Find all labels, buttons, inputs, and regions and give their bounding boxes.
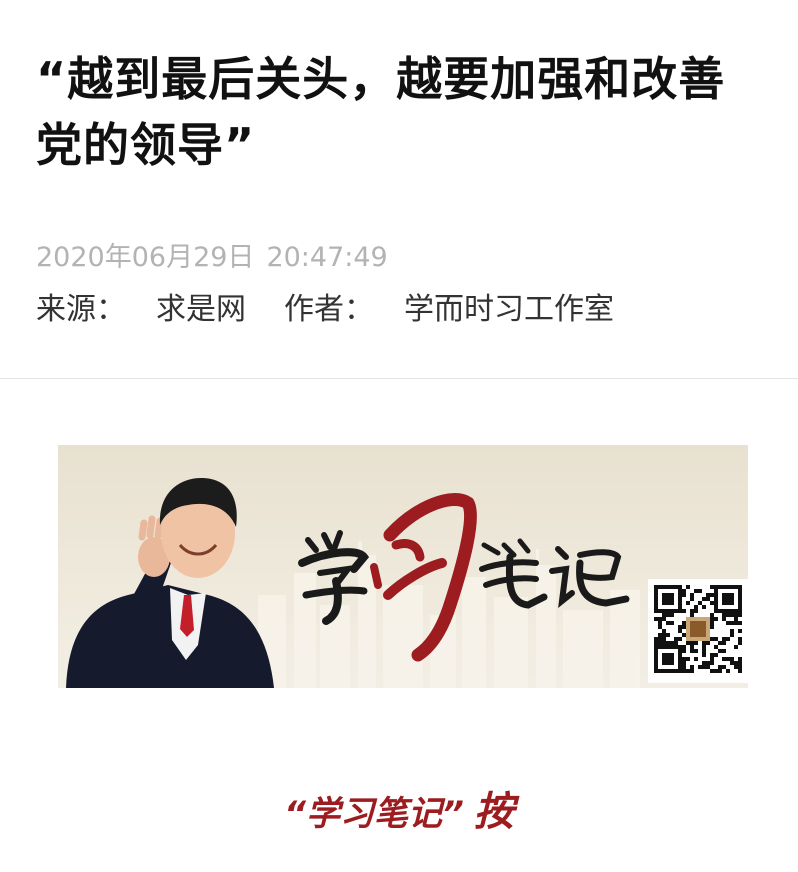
calligraphy-bi (479, 538, 548, 609)
article-meta: 来源： 求是网 作者： 学而时习工作室 (36, 290, 614, 330)
caption-quote: “学习笔记” (284, 794, 464, 834)
publish-time: 20:47:49 (266, 242, 388, 273)
caption-suffix: 按 (473, 789, 514, 835)
publish-date: 2020年06月29日 (36, 242, 255, 273)
study-notes-caption: “学习笔记” 按 (0, 788, 798, 838)
source-name[interactable]: 求是网 (156, 290, 246, 330)
qr-code-icon[interactable] (648, 579, 748, 683)
study-notes-banner (58, 445, 748, 688)
article-title: “越到最后关头，越要加强和改善党的领导” (36, 52, 726, 172)
person-photo (66, 477, 274, 688)
qr-code-graphic (654, 585, 742, 673)
publish-datetime: 2020年06月29日 20:47:49 (36, 240, 388, 276)
banner-artwork (66, 477, 640, 688)
author-name[interactable]: 学而时习工作室 (404, 290, 614, 330)
author-label: 作者： (284, 292, 374, 327)
source-label: 来源： (36, 292, 126, 327)
header-divider (0, 378, 798, 379)
